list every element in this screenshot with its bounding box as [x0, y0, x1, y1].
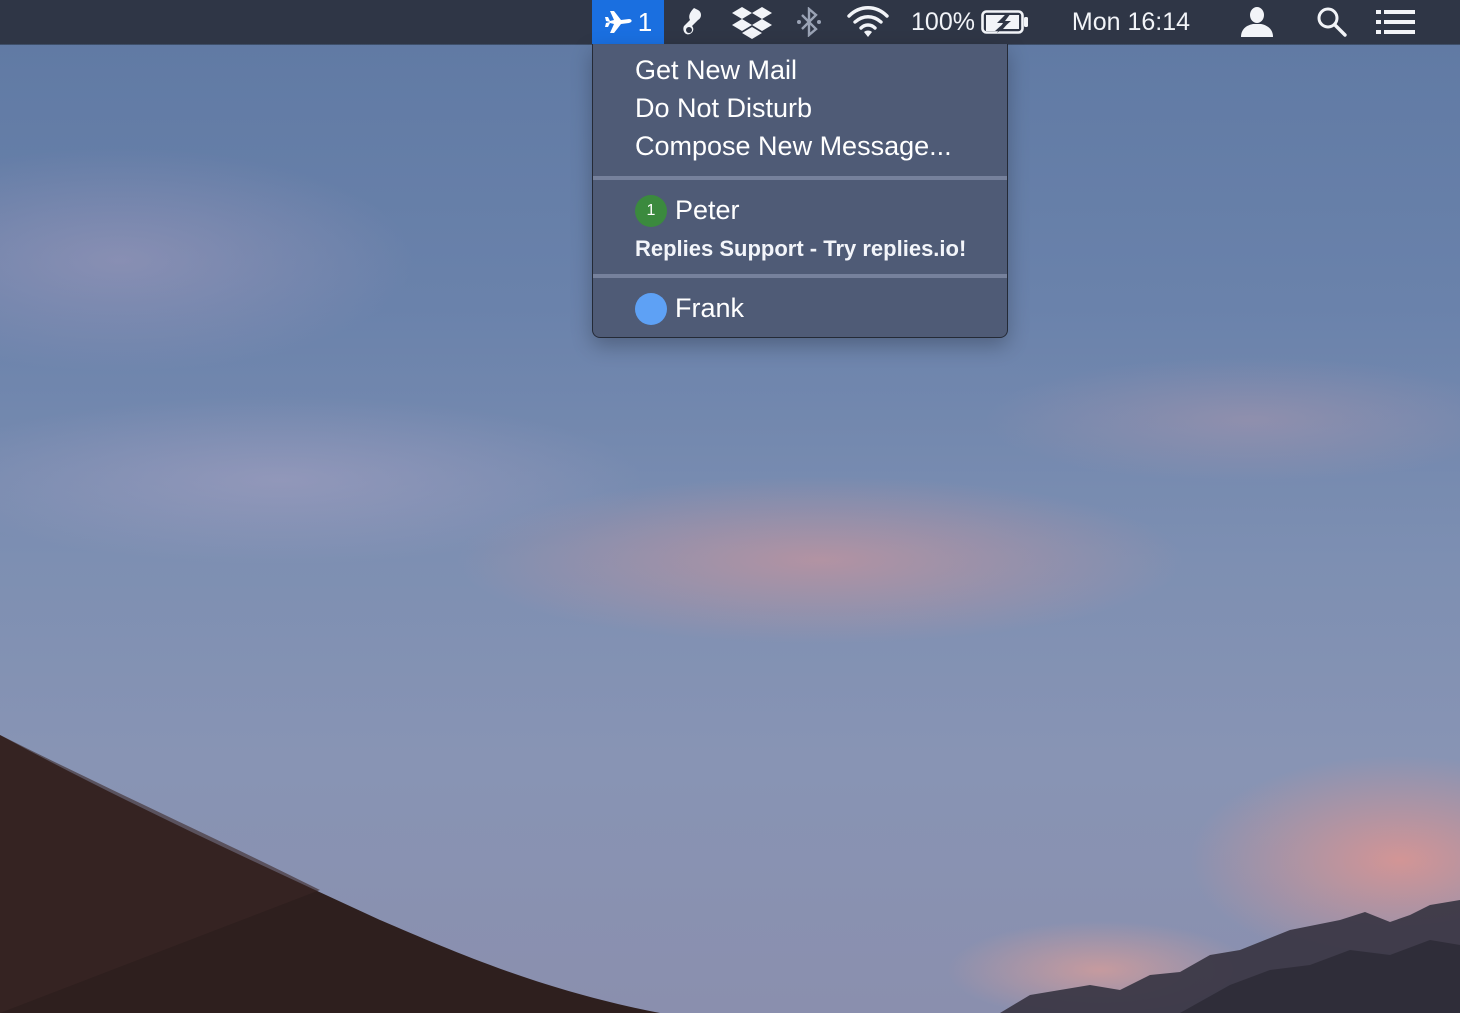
wifi-status-item[interactable] — [846, 0, 890, 44]
account-name: Frank — [675, 293, 745, 323]
bluetooth-status-item[interactable] — [794, 0, 824, 44]
clipboard-status-item[interactable] — [676, 0, 710, 44]
unread-count: 1 — [637, 6, 653, 37]
menu-item-do-not-disturb[interactable]: Do Not Disturb — [635, 92, 812, 124]
notification-center-item[interactable] — [1374, 0, 1418, 44]
menu-item-compose-new-message[interactable]: Compose New Message... — [635, 130, 952, 162]
menu-item-get-new-mail[interactable]: Get New Mail — [635, 54, 797, 86]
battery-percentage[interactable]: 100% — [910, 0, 976, 44]
spotlight-search-item[interactable] — [1314, 0, 1350, 44]
mail-dropdown-menu: Get New Mail Do Not Disturb Compose New … — [592, 44, 1008, 338]
account-name: Peter — [675, 195, 740, 225]
user-icon — [1241, 7, 1273, 37]
clock[interactable]: Mon 16:14 — [1062, 0, 1200, 44]
airplane-mail-icon — [604, 11, 632, 33]
wifi-icon — [847, 6, 889, 37]
battery-charging-icon — [981, 10, 1028, 34]
scissors-clip-icon — [683, 8, 701, 35]
menu-separator — [593, 274, 1007, 278]
menu-separator — [593, 176, 1007, 180]
mail-app-status-item[interactable]: 1 — [592, 0, 664, 44]
dropbox-icon — [732, 7, 772, 39]
dropbox-status-item[interactable] — [730, 0, 774, 44]
account-color-dot — [635, 293, 667, 325]
user-status-item[interactable] — [1238, 0, 1276, 44]
bluetooth-icon — [797, 7, 821, 37]
menu-bar: 1 100% Mon 16:14 — [0, 0, 1460, 44]
battery-status-item[interactable] — [980, 0, 1030, 44]
unread-badge: 1 — [635, 195, 667, 227]
list-icon — [1376, 10, 1415, 34]
search-icon — [1317, 7, 1347, 37]
account-subtitle: Replies Support - Try replies.io! — [635, 236, 967, 261]
